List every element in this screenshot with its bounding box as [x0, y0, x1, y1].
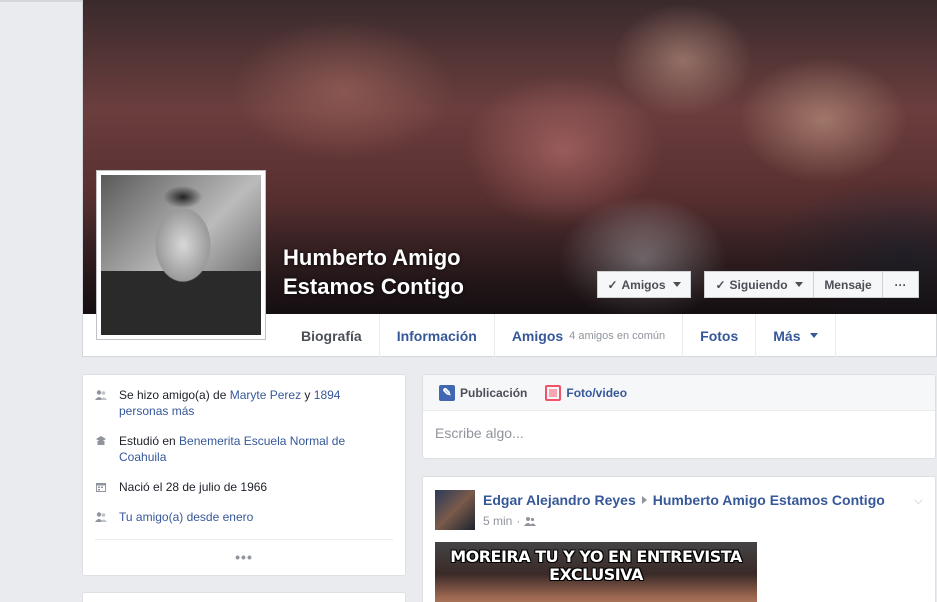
tab-mas[interactable]: Más: [756, 314, 836, 357]
intro-education-row: Estudió en Benemerita Escuela Normal de …: [95, 433, 385, 465]
check-icon: ✓: [715, 277, 726, 292]
message-button-label: Mensaje: [824, 277, 872, 292]
post-header: Edgar Alejandro Reyes Humberto Amigo Est…: [483, 492, 885, 508]
friends-button-label: Amigos: [621, 277, 666, 292]
following-button[interactable]: ✓ Siguiendo: [704, 271, 814, 298]
composer-tab-label: Foto/video: [566, 385, 628, 400]
post-image[interactable]: MOREIRA TU Y YO EN ENTREVISTA EXCLUSIVA: [435, 542, 757, 602]
see-more-dots[interactable]: •••: [83, 549, 405, 565]
composer-tab-label: Publicación: [460, 385, 528, 400]
profile-tabs: Biografía Información Amigos 4 amigos en…: [284, 314, 836, 357]
tab-label: Más: [773, 327, 801, 344]
composer-tabs: ✎ Publicación Foto/video: [423, 375, 935, 411]
text: y: [301, 388, 314, 402]
check-icon: ✓: [607, 277, 618, 292]
divider: [95, 539, 393, 540]
profile-picture-image: [101, 175, 261, 335]
intro-friend-since-row: Tu amigo(a) desde enero: [95, 509, 385, 525]
intro-education-text: Estudió en Benemerita Escuela Normal de …: [119, 433, 385, 465]
arrow-right-icon: [641, 496, 647, 504]
text: Se hizo amigo(a) de: [119, 388, 230, 402]
tab-fotos[interactable]: Fotos: [683, 314, 757, 357]
friends-icon: [95, 390, 107, 400]
tab-amigos[interactable]: Amigos 4 amigos en común: [495, 314, 684, 357]
post-target-link[interactable]: Humberto Amigo Estamos Contigo: [653, 492, 885, 508]
friends-audience-icon[interactable]: [524, 516, 537, 526]
tab-label: Información: [396, 327, 477, 344]
profile-name[interactable]: Humberto Amigo Estamos Contigo: [283, 243, 464, 301]
post-author-link[interactable]: Edgar Alejandro Reyes: [483, 492, 636, 508]
profile-name-line1: Humberto Amigo: [283, 245, 461, 270]
top-divider: [0, 0, 82, 2]
following-button-label: Siguiendo: [729, 277, 788, 292]
more-options-button[interactable]: ···: [882, 271, 919, 298]
caption-line1: MOREIRA TU Y YO EN ENTREVISTA: [450, 547, 742, 566]
intro-friends-text: Se hizo amigo(a) de Maryte Perez y 1894 …: [119, 387, 385, 419]
profile-name-line2: Estamos Contigo: [283, 274, 464, 299]
chevron-down-icon: [672, 282, 681, 287]
post-timestamp[interactable]: 5 min: [483, 514, 512, 528]
post-author-avatar[interactable]: [435, 490, 475, 530]
post-image-caption: MOREIRA TU Y YO EN ENTREVISTA EXCLUSIVA: [435, 548, 757, 584]
school-icon: [96, 436, 106, 445]
intro-birthday-row: Nació el 28 de julio de 1966: [95, 479, 385, 495]
more-dots-icon: ···: [894, 277, 907, 292]
tab-label: Biografía: [301, 327, 362, 344]
photo-icon: [545, 384, 562, 401]
tab-label: Amigos: [511, 327, 564, 344]
pencil-icon: ✎: [439, 384, 455, 401]
post-options-chevron-icon[interactable]: ⌵: [914, 493, 923, 508]
second-left-card: [82, 592, 406, 602]
intro-friends-row: Se hizo amigo(a) de Maryte Perez y 1894 …: [95, 387, 385, 419]
text: Estudió en: [119, 434, 180, 448]
friends-icon: [95, 512, 107, 522]
feed-post: Edgar Alejandro Reyes Humberto Amigo Est…: [422, 476, 936, 602]
composer-tab-post[interactable]: ✎ Publicación: [439, 384, 528, 401]
intro-birthday-text: Nació el 28 de julio de 1966: [119, 480, 268, 494]
caption-line2: EXCLUSIVA: [549, 565, 643, 584]
profile-picture[interactable]: [96, 170, 266, 340]
chevron-down-icon: [809, 333, 818, 338]
mutual-friends-count: 4 amigos en común: [569, 329, 666, 342]
left-margin: [0, 0, 82, 602]
tab-biografia[interactable]: Biografía: [284, 314, 380, 357]
dot-separator: ·: [516, 514, 521, 528]
post-composer: ✎ Publicación Foto/video Escribe algo...: [422, 374, 936, 459]
tab-label: Fotos: [700, 327, 739, 344]
post-meta: 5 min ·: [483, 514, 537, 528]
chevron-down-icon: [794, 282, 803, 287]
composer-tab-photo[interactable]: Foto/video: [545, 384, 628, 401]
friend-link[interactable]: Maryte Perez: [230, 388, 301, 402]
friends-button[interactable]: ✓ Amigos: [597, 271, 691, 298]
calendar-icon: [96, 483, 106, 492]
tab-informacion[interactable]: Información: [380, 314, 495, 357]
message-button[interactable]: Mensaje: [813, 271, 883, 298]
intro-card: Se hizo amigo(a) de Maryte Perez y 1894 …: [82, 374, 406, 576]
composer-input[interactable]: Escribe algo...: [423, 411, 935, 455]
friend-since-link[interactable]: Tu amigo(a) desde enero: [119, 509, 253, 525]
